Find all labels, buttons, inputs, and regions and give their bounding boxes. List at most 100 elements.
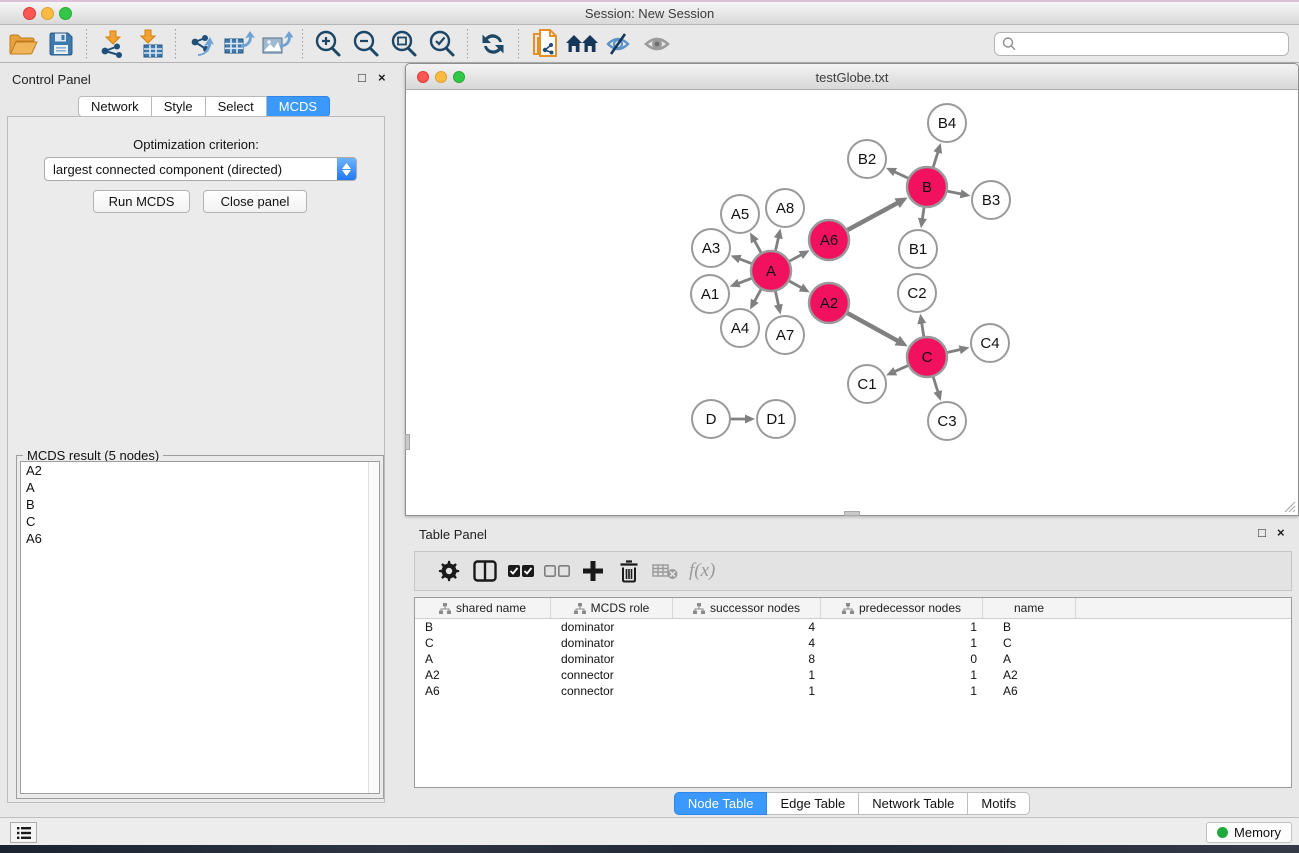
tab-select[interactable]: Select [206,96,267,117]
column-header-name[interactable]: name [983,598,1076,618]
table-cell[interactable]: dominator [551,636,673,650]
mcds-result-item[interactable]: A6 [21,530,379,547]
table-cell[interactable]: A [415,652,551,666]
table-cell[interactable]: B [415,620,551,634]
table-cell[interactable]: dominator [551,652,673,666]
mcds-result-item[interactable]: A2 [21,462,379,479]
network-window-titlebar[interactable]: testGlobe.txt [406,64,1298,90]
memory-button[interactable]: Memory [1206,822,1292,843]
graph-edge-A-A8[interactable] [775,236,778,251]
table-cell[interactable]: A [983,652,1076,666]
tab-motifs[interactable]: Motifs [968,792,1030,815]
add-row-icon[interactable] [575,554,611,588]
graph-edge-C-C2[interactable] [921,322,923,338]
zoom-in-icon[interactable] [311,28,345,60]
import-table-icon[interactable] [133,28,167,60]
table-cell[interactable]: C [983,636,1076,650]
network-graph[interactable]: B4B2BB3A8A5A6A3B1AC2A1A2A4A7C4CC1C3DD1 [406,90,1298,515]
graph-edge-A-A7[interactable] [775,291,779,307]
table-row[interactable]: A6connector11A6 [415,683,1291,699]
table-cell[interactable]: A2 [983,668,1076,682]
select-all-checkboxes-icon[interactable] [503,554,539,588]
table-cell[interactable]: 1 [821,668,983,682]
float-panel-icon[interactable]: □ [358,70,366,85]
table-cell[interactable]: dominator [551,620,673,634]
export-network-icon[interactable] [184,28,218,60]
table-row[interactable]: A2connector11A2 [415,667,1291,683]
table-cell[interactable]: B [983,620,1076,634]
zoom-fit-icon[interactable] [387,28,421,60]
graph-edge-B-B2[interactable] [893,171,909,178]
graph-edge-A-A5[interactable] [754,239,762,253]
resize-grip-icon[interactable] [1283,500,1296,513]
show-columns-icon[interactable] [467,554,503,588]
export-table-icon[interactable] [222,28,256,60]
tab-network[interactable]: Network [78,96,152,117]
graph-edge-B-B1[interactable] [922,207,924,221]
graph-edge-A-A2[interactable] [789,281,803,289]
settings-gear-icon[interactable] [431,554,467,588]
scrollbar[interactable] [368,462,379,793]
table-cell[interactable]: A6 [983,684,1076,698]
run-mcds-button[interactable]: Run MCDS [93,190,190,213]
import-network-icon[interactable] [95,28,129,60]
graph-edge-A-A3[interactable] [738,258,752,263]
column-header-mcds-role[interactable]: MCDS role [551,598,673,618]
table-cell[interactable]: 4 [673,620,821,634]
table-cell[interactable]: 1 [821,620,983,634]
cybrowser-home-icon[interactable] [565,28,599,60]
table-row[interactable]: Adominator80A [415,651,1291,667]
table-cell[interactable]: 1 [673,684,821,698]
splitter-handle[interactable] [844,511,860,516]
mcds-result-item[interactable]: B [21,496,379,513]
table-row[interactable]: Bdominator41B [415,619,1291,635]
new-network-from-selection-icon[interactable] [527,28,561,60]
tab-edge-table[interactable]: Edge Table [767,792,859,815]
zoom-out-icon[interactable] [349,28,383,60]
save-session-icon[interactable] [44,28,78,60]
table-cell[interactable]: 0 [821,652,983,666]
network-canvas[interactable]: B4B2BB3A8A5A6A3B1AC2A1A2A4A7C4CC1C3DD1 [406,90,1298,515]
table-cell[interactable]: A6 [415,684,551,698]
refresh-icon[interactable] [476,28,510,60]
graph-edge-B-B3[interactable] [947,191,963,194]
graph-edge-C-C3[interactable] [933,376,938,393]
task-history-button[interactable] [10,822,37,843]
mcds-result-item[interactable]: C [21,513,379,530]
close-panel-icon[interactable]: × [378,70,386,85]
tab-network-table[interactable]: Network Table [859,792,968,815]
splitter-handle[interactable] [405,434,410,450]
table-cell[interactable]: 1 [673,668,821,682]
tab-node-table[interactable]: Node Table [674,792,768,815]
close-panel-button[interactable]: Close panel [203,190,307,213]
graph-edge-C-C4[interactable] [947,349,962,352]
mcds-result-list[interactable]: A2ABCA6 [20,461,380,794]
close-panel-icon[interactable]: × [1277,525,1285,540]
table-cell[interactable]: connector [551,668,673,682]
search-input[interactable] [994,32,1289,56]
table-row[interactable]: Cdominator41C [415,635,1291,651]
delete-row-icon[interactable] [611,554,647,588]
graph-edge-A-A4[interactable] [754,289,762,303]
float-panel-icon[interactable]: □ [1258,525,1266,540]
table-cell[interactable]: 8 [673,652,821,666]
mcds-result-item[interactable]: A [21,479,379,496]
deselect-all-checkboxes-icon[interactable] [539,554,575,588]
graph-edge-A-A6[interactable] [789,254,803,261]
column-header-shared-name[interactable]: shared name [415,598,551,618]
graph-edge-C-C1[interactable] [893,365,908,372]
table-cell[interactable]: C [415,636,551,650]
hide-graphics-details-icon[interactable] [603,28,637,60]
tab-mcds[interactable]: MCDS [267,96,330,117]
graph-edge-A6-B[interactable] [847,202,899,230]
zoom-selected-icon[interactable] [425,28,459,60]
table-cell[interactable]: 4 [673,636,821,650]
table-cell[interactable]: connector [551,684,673,698]
table-cell[interactable]: A2 [415,668,551,682]
graph-edge-A-A1[interactable] [737,278,752,284]
graph-edge-A2-C[interactable] [847,313,899,342]
column-header-successor-nodes[interactable]: successor nodes [673,598,821,618]
table-cell[interactable]: 1 [821,684,983,698]
optimization-criterion-select[interactable]: largest connected component (directed) [44,157,357,181]
column-header-predecessor-nodes[interactable]: predecessor nodes [821,598,983,618]
